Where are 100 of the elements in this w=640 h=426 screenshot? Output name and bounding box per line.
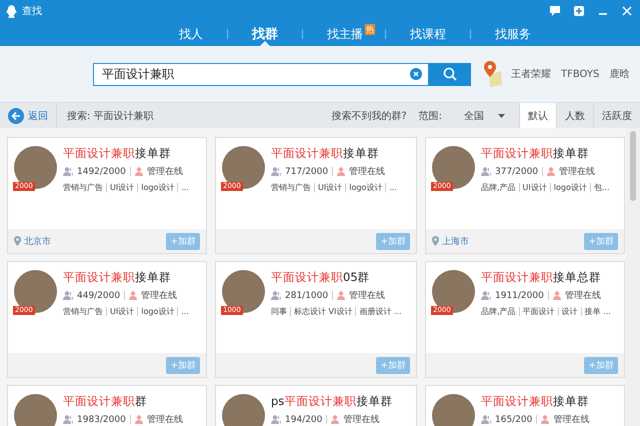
members-icon: [63, 167, 73, 176]
admin-status: 管理在线: [146, 166, 183, 178]
group-name[interactable]: 平面设计兼职05群: [271, 270, 402, 285]
group-tag: 品牌,产品: [481, 182, 516, 193]
nav-tab[interactable]: 找课程: [386, 22, 470, 46]
admin-status: 管理在线: [349, 290, 386, 302]
range-dropdown[interactable]: 全国: [458, 108, 511, 124]
hot-word-link[interactable]: 鹿晗: [609, 67, 630, 81]
close-icon[interactable]: [622, 6, 632, 16]
group-tag: UI设计: [318, 182, 342, 193]
avatar-photo-placeholder: [222, 146, 265, 189]
person-icon: [134, 167, 143, 176]
add-icon[interactable]: [574, 6, 584, 16]
group-tag: logo设计: [554, 182, 587, 193]
group-tag: 营销与广告: [271, 182, 311, 193]
person-icon: [552, 291, 561, 300]
feedback-icon[interactable]: [550, 6, 560, 16]
search-field[interactable]: 平面设计兼职: [93, 62, 429, 86]
group-tag: UI设计: [110, 182, 134, 193]
group-tag: UI设计: [522, 182, 547, 193]
person-icon: [129, 291, 138, 300]
clear-icon[interactable]: [410, 68, 422, 80]
map-pin-icon[interactable]: [483, 61, 503, 87]
help-link[interactable]: 搜索不到我的群?: [331, 108, 407, 122]
members-icon: [271, 167, 281, 176]
admin-status: 管理在线: [564, 290, 601, 302]
sort-tab[interactable]: 默认: [519, 103, 556, 128]
nav-tab[interactable]: 找群: [228, 22, 302, 46]
group-card[interactable]: ps平面设计兼职接单群 194/200 管理在线: [215, 385, 417, 426]
member-count: 717/2000: [285, 166, 328, 176]
scrollbar[interactable]: [626, 128, 640, 426]
location-link[interactable]: 北京市: [24, 234, 51, 248]
group-name[interactable]: 平面设计兼职接单群: [63, 270, 189, 285]
caret-icon: [498, 114, 505, 118]
location-link[interactable]: 上海市: [442, 234, 469, 248]
person-icon: [541, 415, 550, 424]
group-name[interactable]: ps平面设计兼职接单群: [271, 394, 392, 409]
avatar-photo-placeholder: [14, 146, 57, 189]
members-icon: [481, 291, 491, 300]
window-title: 查找: [22, 4, 42, 18]
penguin-icon: [6, 4, 17, 18]
group-name[interactable]: 平面设计兼职群: [63, 394, 183, 409]
members-icon: [481, 167, 491, 176]
group-tag: logo设计: [141, 306, 174, 317]
hot-word-link[interactable]: TFBOYS: [561, 68, 600, 80]
group-tag: 品牌,产品: [481, 306, 516, 317]
group-tag: 营销与广告: [63, 306, 103, 317]
scrollbar-thumb[interactable]: [630, 131, 636, 201]
group-name[interactable]: 平面设计兼职接单群: [481, 146, 610, 161]
group-tag: logo设计: [141, 182, 174, 193]
admin-status: 管理在线: [559, 166, 596, 178]
member-count: 377/2000: [495, 166, 538, 176]
members-icon: [271, 291, 281, 300]
avatar-photo-placeholder: [432, 394, 475, 426]
group-name[interactable]: 平面设计兼职接单群: [481, 394, 590, 409]
avatar-photo-placeholder: [14, 394, 57, 426]
hot-word-link[interactable]: 王者荣耀: [511, 67, 551, 81]
member-count: 449/2000: [77, 290, 120, 300]
group-tag: 接单 ...: [584, 306, 611, 317]
group-name[interactable]: 平面设计兼职接单群: [63, 146, 189, 161]
nav-tab[interactable]: 找服务: [471, 22, 555, 46]
group-tag: 标志设计 VI设计: [294, 306, 352, 317]
group-name[interactable]: 平面设计兼职接单总群: [481, 270, 611, 285]
search-query-label: 搜索: 平面设计兼职: [67, 110, 154, 122]
location-pin-icon: [432, 236, 439, 246]
group-tag: UI设计: [110, 306, 134, 317]
group-name[interactable]: 平面设计兼职接单群: [271, 146, 397, 161]
person-icon: [134, 415, 143, 424]
person-icon: [331, 415, 340, 424]
group-card[interactable]: 平面设计兼职群 1983/2000 管理在线: [7, 385, 207, 426]
member-count: 165/200: [495, 414, 532, 424]
group-tag: 营销与广告: [63, 182, 103, 193]
member-count: 1492/2000: [77, 166, 126, 176]
avatar-photo-placeholder: [14, 270, 57, 313]
location-pin-icon: [14, 236, 21, 246]
person-icon: [547, 167, 556, 176]
person-icon: [337, 291, 346, 300]
member-count: 1911/2000: [495, 290, 544, 300]
members-icon: [481, 415, 491, 424]
group-tag: ...: [181, 183, 189, 192]
admin-status: 管理在线: [146, 414, 183, 426]
avatar-photo-placeholder: [432, 270, 475, 313]
members-icon: [63, 291, 73, 300]
member-count: 1983/2000: [77, 414, 126, 424]
search-icon: [443, 67, 457, 81]
members-icon: [271, 415, 281, 424]
range-label: 范围:: [418, 110, 442, 122]
group-card[interactable]: 平面设计兼职接单群 165/200 管理在线: [425, 385, 625, 426]
avatar-photo-placeholder: [222, 270, 265, 313]
members-icon: [63, 415, 73, 424]
hot-badge: 热: [365, 24, 375, 35]
admin-status: 管理在线: [141, 290, 178, 302]
search-button[interactable]: [429, 62, 471, 86]
avatar-photo-placeholder: [432, 146, 475, 189]
admin-status: 管理在线: [349, 166, 386, 178]
group-tag: logo设计: [349, 182, 382, 193]
nav-tab[interactable]: 找人: [155, 22, 227, 46]
member-count: 281/1000: [285, 290, 328, 300]
avatar-photo-placeholder: [222, 394, 265, 426]
group-tag: 设计: [562, 306, 578, 317]
